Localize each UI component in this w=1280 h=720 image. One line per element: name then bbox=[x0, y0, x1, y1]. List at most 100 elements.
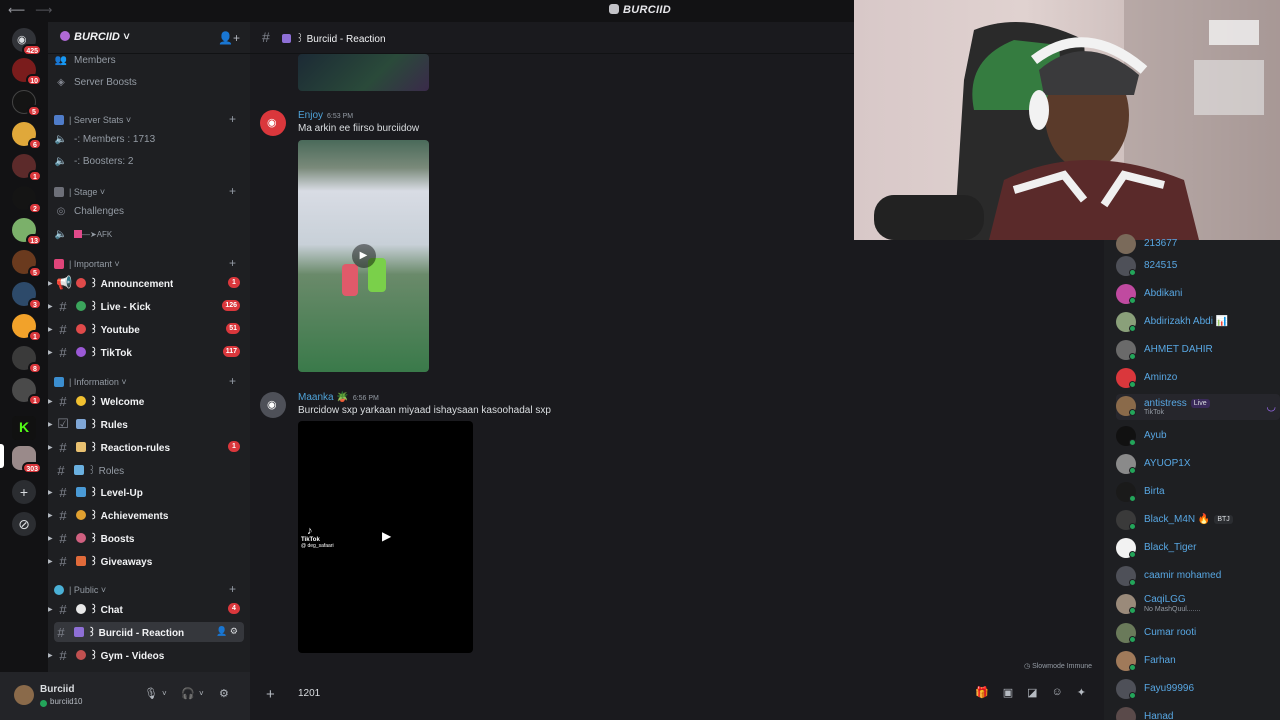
server-icon-6[interactable]: 13 bbox=[12, 218, 42, 246]
server-icon-9[interactable]: 1 bbox=[12, 314, 42, 342]
server-badge-icon bbox=[60, 31, 70, 41]
server-name[interactable]: BURCIID ˅ bbox=[60, 31, 129, 43]
server-icon-2[interactable]: 5 bbox=[12, 90, 41, 117]
member-item[interactable]: 213677 bbox=[1116, 232, 1276, 256]
selected-server-pill bbox=[0, 444, 4, 468]
apps-icon[interactable]: ✦ bbox=[1077, 686, 1086, 699]
attach-plus-icon[interactable]: + bbox=[266, 686, 275, 703]
channel-reaction-rules[interactable]: ▶ # ꒱ Reaction-rules 1 bbox=[48, 437, 244, 457]
channel-burciid-reaction[interactable]: # ꒱ Burciid - Reaction 👤 ⚙ bbox=[54, 622, 244, 642]
member-item[interactable]: Birta bbox=[1116, 480, 1276, 504]
server-icon-7[interactable]: 5 bbox=[12, 250, 42, 278]
category-stage[interactable]: | Stage ˅ + bbox=[54, 184, 244, 200]
channel-live-kick[interactable]: ▶ # ꒱ Live - Kick 126 bbox=[48, 296, 244, 316]
direct-messages-button[interactable]: ◉ 425 bbox=[12, 28, 42, 56]
gift-icon[interactable]: 🎁 bbox=[975, 686, 989, 699]
server-icon-burciid[interactable]: 303 bbox=[12, 446, 42, 474]
sidebar-item-members[interactable]: 👥 Members bbox=[54, 50, 244, 70]
video-attachment[interactable]: ▶ bbox=[298, 140, 429, 372]
member-item[interactable]: Fayu99996 bbox=[1116, 677, 1276, 701]
member-item[interactable]: 824515 bbox=[1116, 254, 1276, 278]
create-channel-icon[interactable]: + bbox=[229, 184, 236, 198]
channel-giveaways[interactable]: ▶ # ꒱ Giveaways bbox=[48, 551, 244, 571]
microphone-icon[interactable]: 🎙 bbox=[144, 687, 158, 700]
hashtag-icon: # bbox=[262, 29, 270, 45]
message-input[interactable]: 1201 bbox=[298, 688, 320, 699]
channel-announcement[interactable]: ▶ 📢 ꒱ Announcement 1 bbox=[48, 273, 244, 293]
channel-youtube[interactable]: ▶ # ꒱ Youtube 51 bbox=[48, 319, 244, 339]
message-composer[interactable]: + 1201 🎁 ▣ ◪ ☺ ✦ bbox=[258, 680, 1094, 708]
create-channel-icon[interactable]: + bbox=[229, 112, 236, 126]
user-avatar[interactable]: ◉ bbox=[260, 392, 286, 418]
sticker-icon[interactable]: ◪ bbox=[1027, 686, 1037, 699]
category-important[interactable]: | Important ˅ + bbox=[54, 256, 244, 272]
create-channel-icon[interactable]: + bbox=[229, 582, 236, 596]
channel-boosts[interactable]: ▶ # ꒱ Boosts bbox=[48, 528, 244, 548]
member-item[interactable]: Black_M4N 🔥 BTJ bbox=[1116, 508, 1276, 532]
add-server-icon[interactable]: + bbox=[12, 480, 36, 504]
server-icon-10[interactable]: 8 bbox=[12, 346, 42, 374]
sidebar-item-server-boosts[interactable]: ◈ Server Boosts bbox=[54, 72, 244, 92]
user-settings-gear-icon[interactable]: ⚙ bbox=[219, 687, 229, 700]
channel-tiktok[interactable]: ▶ # ꒱ TikTok 117 bbox=[48, 342, 244, 362]
chevron-down-icon[interactable]: ˅ bbox=[199, 689, 204, 698]
category-information[interactable]: | Information ˅ + bbox=[54, 374, 244, 390]
server-icon-11[interactable]: 1 bbox=[12, 378, 42, 406]
channel-level-up[interactable]: ▶ # ꒱ Level-Up bbox=[48, 482, 244, 502]
user-avatar[interactable] bbox=[14, 685, 34, 705]
member-item[interactable]: antistress Live TikTok ◡ bbox=[1116, 394, 1280, 420]
server-icon-4[interactable]: 1 bbox=[12, 154, 42, 182]
play-button[interactable]: ▶ bbox=[351, 244, 376, 268]
member-item[interactable]: AYUOP1X bbox=[1116, 452, 1276, 476]
video-attachment[interactable]: ♪ TikTok @ deg_safaari ▶ bbox=[298, 421, 473, 653]
member-item[interactable]: Abdikani bbox=[1116, 282, 1276, 306]
member-item[interactable]: Aminzo bbox=[1116, 366, 1276, 390]
checkbox-icon: ☑ bbox=[57, 416, 69, 431]
stat-members[interactable]: 🔈 -: Members : 1713 bbox=[54, 129, 244, 149]
member-item[interactable]: AHMET DAHIR bbox=[1116, 338, 1276, 362]
chevron-down-icon[interactable]: ˅ bbox=[162, 689, 167, 698]
user-avatar[interactable]: ◉ bbox=[260, 110, 286, 136]
member-item[interactable]: Farhan bbox=[1116, 649, 1276, 673]
create-channel-icon[interactable]: + bbox=[229, 374, 236, 388]
category-public[interactable]: | Public ˅ + bbox=[54, 582, 244, 598]
server-icon-5[interactable]: 2 bbox=[12, 186, 42, 214]
channel-chat[interactable]: ▶ # ꒱ Chat 4 bbox=[48, 599, 244, 619]
server-icon-8[interactable]: 3 bbox=[12, 282, 42, 310]
member-item[interactable]: Hanad bbox=[1116, 705, 1276, 720]
discord-logo-icon: ◉ bbox=[267, 117, 277, 129]
gif-icon[interactable]: ▣ bbox=[1003, 686, 1013, 699]
hashtag-icon: # bbox=[59, 439, 67, 455]
server-icon-3[interactable]: 6 bbox=[12, 122, 42, 150]
play-button[interactable]: ▶ bbox=[382, 529, 391, 543]
tiktok-icon: ♪ bbox=[307, 525, 313, 537]
explore-compass-icon[interactable]: ⊘ bbox=[12, 512, 36, 536]
member-item[interactable]: Black_Tiger bbox=[1116, 536, 1276, 560]
channel-challenges[interactable]: ◎ Challenges bbox=[54, 201, 244, 221]
emoji-icon[interactable]: ☺ bbox=[1052, 686, 1063, 699]
category-server-stats[interactable]: | Server Stats ˅ + bbox=[54, 112, 244, 128]
microphone-icon bbox=[54, 187, 64, 197]
channel-roles[interactable]: # ꒱ Roles bbox=[54, 460, 244, 480]
channel-afk[interactable]: 🔈 —➤AFK bbox=[54, 224, 244, 244]
invite-people-icon[interactable]: 👤+ bbox=[218, 31, 240, 45]
member-item[interactable]: Abdirizakh Abdi 📊 bbox=[1116, 310, 1276, 334]
stat-boosters[interactable]: 🔈 -: Boosters: 2 bbox=[54, 151, 244, 171]
server-icon-1[interactable]: 10 bbox=[12, 58, 42, 86]
previous-video-attachment[interactable] bbox=[298, 54, 429, 91]
channel-achievements[interactable]: ▶ # ꒱ Achievements bbox=[48, 505, 244, 525]
username[interactable]: Burciid bbox=[40, 684, 74, 695]
kick-server-icon[interactable]: K bbox=[12, 416, 36, 440]
headphones-icon[interactable]: 🎧 bbox=[181, 687, 195, 700]
channel-settings-gear-icon[interactable]: 👤 ⚙ bbox=[216, 626, 238, 637]
create-channel-icon[interactable]: + bbox=[229, 256, 236, 270]
member-item[interactable]: CaqiLGG No MashQuul....... bbox=[1116, 592, 1276, 618]
online-status-icon bbox=[1129, 381, 1136, 388]
online-status-icon bbox=[1129, 353, 1136, 360]
member-item[interactable]: Cumar rooti bbox=[1116, 621, 1276, 645]
channel-gym-videos[interactable]: ▶ # ꒱ Gym - Videos bbox=[48, 645, 244, 665]
member-item[interactable]: Ayub bbox=[1116, 424, 1276, 448]
member-item[interactable]: caamir mohamed bbox=[1116, 564, 1276, 588]
channel-rules[interactable]: ▶ ☑ ꒱ Rules bbox=[48, 414, 244, 434]
channel-welcome[interactable]: ▶ # ꒱ Welcome bbox=[48, 391, 244, 411]
